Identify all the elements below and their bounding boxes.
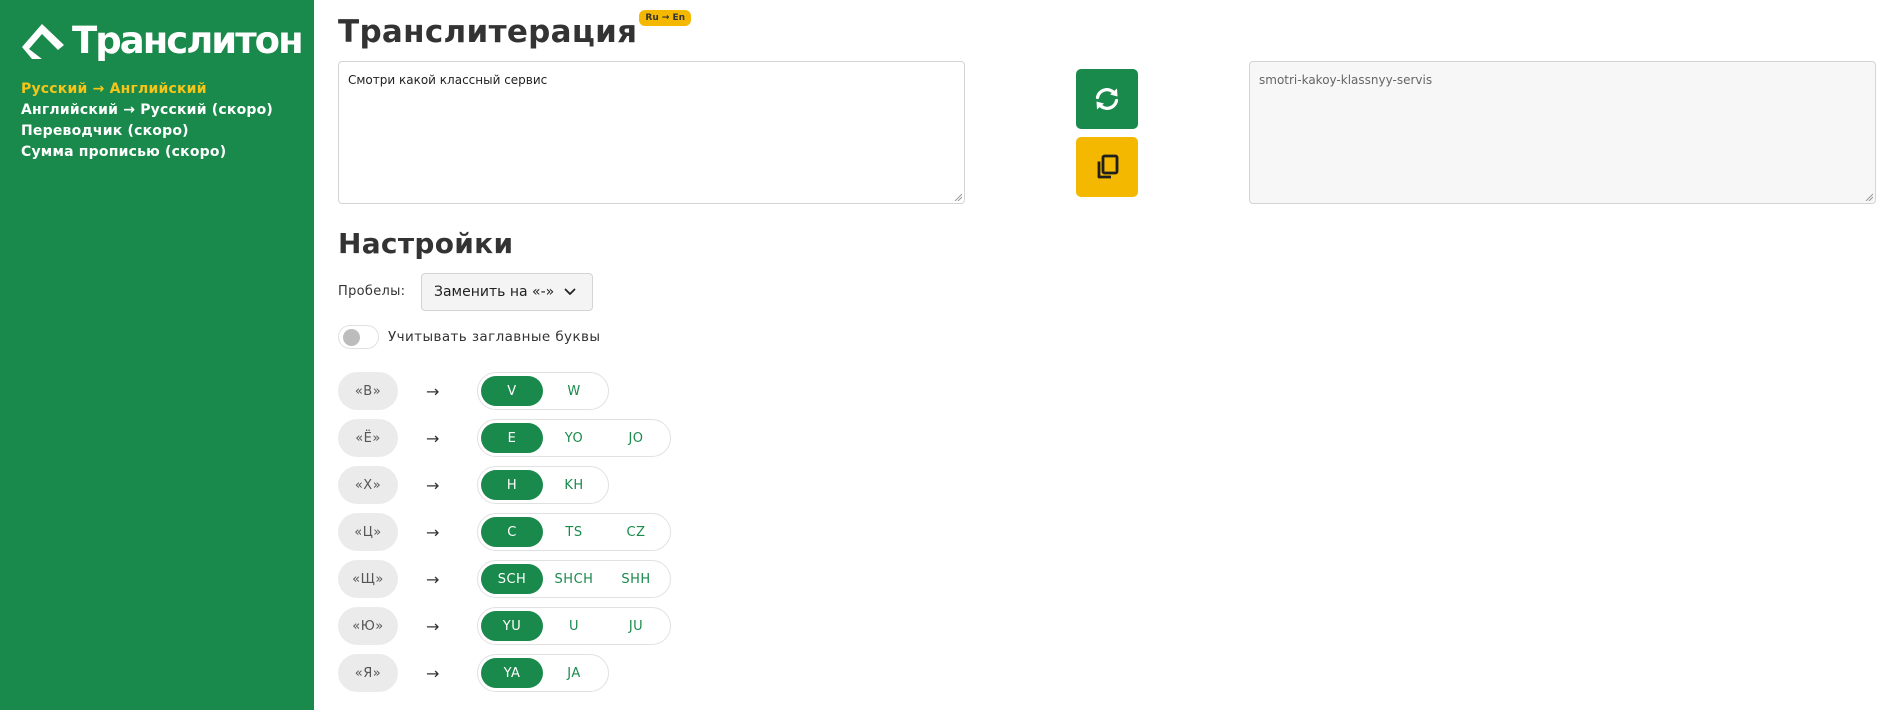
rule-arrow: → xyxy=(426,569,440,589)
logo[interactable]: Транслитон xyxy=(20,19,304,62)
rule-option[interactable]: JO xyxy=(605,423,667,453)
settings-title: Настройки xyxy=(338,227,514,260)
spaces-select[interactable]: Заменить на «-» xyxy=(421,273,593,311)
rule-option[interactable]: H xyxy=(481,470,543,500)
rule-options: H KH xyxy=(477,466,609,504)
logo-text: Транслитон xyxy=(72,19,304,62)
copy-icon xyxy=(1097,154,1119,179)
rule-option[interactable]: KH xyxy=(543,470,605,500)
main-content: Транслитерация Ru → En Смотри какой клас… xyxy=(338,0,1878,710)
rule-option[interactable]: CZ xyxy=(605,517,667,547)
rule-letter: «Я» xyxy=(338,654,398,692)
rule-option[interactable]: YA xyxy=(481,658,543,688)
rule-option[interactable]: YO xyxy=(543,423,605,453)
capitals-toggle[interactable] xyxy=(338,325,379,349)
rule-arrow: → xyxy=(426,381,440,401)
resize-grip-icon[interactable] xyxy=(1865,193,1873,201)
capitals-toggle-label: Учитывать заглавные буквы xyxy=(388,329,601,345)
rule-letter: «Ю» xyxy=(338,607,398,645)
rule-options: C TS CZ xyxy=(477,513,671,551)
chevron-down-icon xyxy=(564,288,576,295)
rule-arrow: → xyxy=(426,616,440,636)
rule-options: YU U JU xyxy=(477,607,671,645)
rule-arrow: → xyxy=(426,522,440,542)
resize-grip-icon[interactable] xyxy=(954,193,962,201)
nav-item-translator[interactable]: Переводчик (скоро) xyxy=(21,121,273,142)
refresh-button[interactable] xyxy=(1076,69,1138,129)
rule-options: YA JA xyxy=(477,654,609,692)
source-text-input[interactable]: Смотри какой классный сервис xyxy=(338,61,965,204)
rule-arrow: → xyxy=(426,663,440,683)
copy-button[interactable] xyxy=(1076,137,1138,197)
rule-options: E YO JO xyxy=(477,419,671,457)
nav-item-ru-en[interactable]: Русский → Английский xyxy=(21,79,273,100)
sidebar: Транслитон Русский → Английский Английск… xyxy=(0,0,314,710)
rule-option[interactable]: C xyxy=(481,517,543,547)
rule-option[interactable]: V xyxy=(481,376,543,406)
rule-options: V W xyxy=(477,372,609,410)
rule-option[interactable]: SCH xyxy=(481,564,543,594)
rule-option[interactable]: TS xyxy=(543,517,605,547)
title-row: Транслитерация Ru → En xyxy=(338,10,692,52)
rule-letter: «Ц» xyxy=(338,513,398,551)
rule-letter: «Х» xyxy=(338,466,398,504)
rule-arrow: → xyxy=(426,428,440,448)
logo-icon xyxy=(22,24,64,59)
rule-option[interactable]: W xyxy=(543,376,605,406)
toggle-knob xyxy=(343,329,360,346)
result-text-output[interactable]: smotri-kakoy-klassnyy-servis xyxy=(1249,61,1876,204)
rule-option[interactable]: YU xyxy=(481,611,543,641)
rule-option[interactable]: U xyxy=(543,611,605,641)
nav-item-amount-in-words[interactable]: Сумма прописью (скоро) xyxy=(21,142,273,163)
rule-option[interactable]: SHH xyxy=(605,564,667,594)
rule-arrow: → xyxy=(426,475,440,495)
rule-option[interactable]: JA xyxy=(543,658,605,688)
source-text: Смотри какой классный сервис xyxy=(348,73,548,87)
rule-letter: «Ё» xyxy=(338,419,398,457)
direction-badge: Ru → En xyxy=(639,10,692,26)
rule-letter: «В» xyxy=(338,372,398,410)
rule-letter: «Щ» xyxy=(338,560,398,598)
capitals-toggle-row: Учитывать заглавные буквы xyxy=(338,325,600,349)
result-text: smotri-kakoy-klassnyy-servis xyxy=(1259,73,1433,87)
nav-item-en-ru[interactable]: Английский → Русский (скоро) xyxy=(21,100,273,121)
rule-option[interactable]: SHCH xyxy=(543,564,605,594)
spaces-select-value: Заменить на «-» xyxy=(434,284,555,300)
refresh-icon xyxy=(1095,88,1119,110)
page-title: Транслитерация xyxy=(338,14,638,50)
rule-option[interactable]: JU xyxy=(605,611,667,641)
rule-options: SCH SHCH SHH xyxy=(477,560,671,598)
rule-option[interactable]: E xyxy=(481,423,543,453)
sidebar-nav: Русский → Английский Английский → Русски… xyxy=(21,79,273,163)
spaces-label: Пробелы: xyxy=(338,284,406,299)
